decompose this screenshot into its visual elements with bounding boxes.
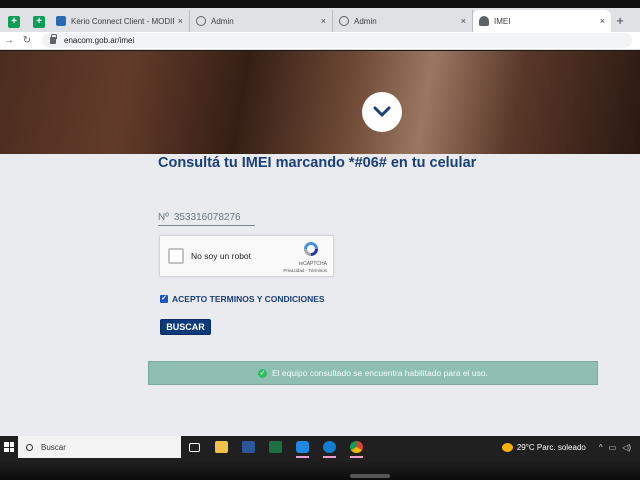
search-icon [26,443,33,451]
terms-checkbox[interactable]: ✓ [160,295,168,303]
browser-tab-strip: + + Kerio Connect Client - MODIFICA × Ad… [0,8,640,32]
check-circle-icon: ✓ [258,368,268,378]
scroll-down-button[interactable] [362,92,402,132]
monitor-logo [350,474,390,478]
sheets-icon: + [8,16,20,28]
tab-admin-1[interactable]: Admin × [190,10,333,32]
tab-imei[interactable]: IMEI × [473,10,611,32]
browser-toolbar: → ↻ enacom.gob.ar/imei [0,32,640,50]
terms-checkbox-row[interactable]: ✓ ACEPTO TERMINOS Y CONDICIONES [160,294,325,304]
windows-taskbar: Buscar 29°C Parc. soleado ^ ▭ ◁) [0,436,640,458]
globe-icon [339,16,349,26]
task-view-icon [189,442,200,452]
word-button[interactable] [235,436,262,458]
word-icon [242,441,255,453]
task-view-button[interactable] [181,436,208,458]
tab-close-icon[interactable]: × [600,16,605,26]
pinned-tab-sheets-1[interactable]: + [3,12,25,32]
chrome-button[interactable] [343,436,370,458]
result-message: El equipo consultado se encuentra habili… [272,368,488,378]
hero-banner [0,51,640,154]
terms-label: ACEPTO TERMINOS Y CONDICIONES [172,294,325,304]
recaptcha-brand: reCAPTCHA [298,261,327,267]
chevron-down-icon [373,106,391,117]
tab-close-icon[interactable]: × [321,16,326,26]
address-bar[interactable]: enacom.gob.ar/imei [42,33,632,48]
tab-label: IMEI [494,16,511,26]
network-icon[interactable]: ▭ [609,443,617,452]
url-text: enacom.gob.ar/imei [64,36,135,45]
recaptcha-checkbox[interactable] [168,248,184,264]
tab-close-icon[interactable]: × [178,16,183,26]
monitor-bezel-bottom [0,458,640,480]
tab-label: Kerio Connect Client - MODIFICA [71,16,174,26]
file-explorer-button[interactable] [208,436,235,458]
taskbar-search-placeholder: Buscar [41,442,66,452]
taskbar-search[interactable]: Buscar [18,436,181,458]
imei-input[interactable]: Nº 353316078276 [158,210,255,226]
weather-text[interactable]: 29°C Parc. soleado [517,443,586,452]
reload-icon[interactable]: ↻ [18,35,36,46]
recaptcha-label: No soy un robot [191,251,252,261]
tab-admin-2[interactable]: Admin × [333,10,473,32]
recaptcha-logo-icon [304,242,318,256]
start-button[interactable] [0,442,18,452]
forward-arrow-icon[interactable]: → [0,35,18,46]
app-ring-button[interactable] [316,436,343,458]
page-title: Consultá tu IMEI marcando *#06# en tu ce… [158,155,477,171]
recaptcha-widget: No soy un robot reCAPTCHA Privacidad - T… [159,235,334,277]
tab-label: Admin [211,16,234,26]
lock-icon[interactable] [50,34,57,44]
tab-label: Admin [354,16,377,26]
app-icon [296,441,309,453]
system-tray: 29°C Parc. soleado ^ ▭ ◁) [501,442,640,452]
kerio-icon [56,16,66,26]
search-button[interactable]: BUSCAR [160,319,211,335]
pinned-tab-sheets-2[interactable]: + [28,12,50,32]
tab-close-icon[interactable]: × [461,16,466,26]
app-blue-button[interactable] [289,436,316,458]
windows-logo-icon [4,442,14,452]
weather-sun-icon [501,442,513,452]
imei-value: 353316078276 [173,212,241,223]
folder-icon [215,441,228,453]
new-tab-button[interactable]: + [611,10,629,32]
excel-button[interactable] [262,436,289,458]
imei-prefix: Nº [158,212,169,223]
monitor-bezel-top [0,0,640,8]
bell-icon [479,16,489,26]
globe-icon [196,16,206,26]
recaptcha-links[interactable]: Privacidad - Términos [283,268,327,273]
volume-icon[interactable]: ◁) [622,443,631,452]
excel-icon [269,441,282,453]
tab-kerio[interactable]: Kerio Connect Client - MODIFICA × [50,10,190,32]
chrome-icon [350,441,363,453]
sheets-icon: + [33,16,45,28]
app-ring-icon [323,441,336,453]
chevron-up-icon[interactable]: ^ [599,443,603,452]
result-banner: ✓ El equipo consultado se encuentra habi… [148,361,598,385]
